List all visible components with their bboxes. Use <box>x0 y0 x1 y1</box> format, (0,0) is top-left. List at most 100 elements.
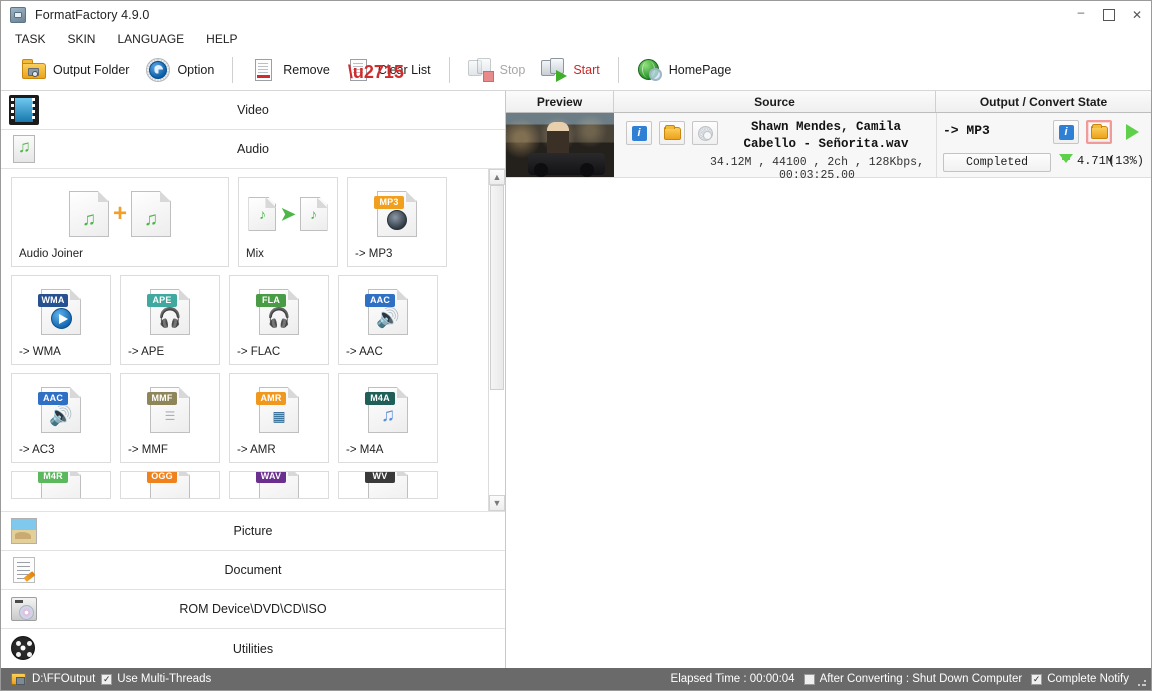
start-button[interactable]: Start <box>533 52 607 88</box>
format-cell-ac3[interactable]: AAC 🔊 -> AC3 <box>11 373 111 463</box>
clear-list-button[interactable]: \u2715 Clear List <box>338 52 439 88</box>
format-grid-wrapper: ♫ + ♫ Audio Joiner ♪ <box>1 169 505 512</box>
format-cell-label: Audio Joiner <box>19 248 83 260</box>
format-cell-aac[interactable]: AAC 🔊 -> AAC <box>338 275 438 365</box>
output-play-button[interactable] <box>1119 120 1145 144</box>
start-label: Start <box>573 63 599 77</box>
format-cell-flac[interactable]: FLA 🎧 -> FLAC <box>229 275 329 365</box>
format-cell-wma[interactable]: WMA -> WMA <box>11 275 111 365</box>
format-cell-m4r[interactable]: M4R <box>11 471 111 499</box>
source-metadata: 34.12M , 44100 , 2ch , 128Kbps, 00:03:25… <box>704 156 930 182</box>
format-cell-mp3[interactable]: MP3 -> MP3 <box>347 177 447 267</box>
sidebar-item-document[interactable]: Document <box>1 551 505 590</box>
resize-grip[interactable] <box>1137 677 1147 687</box>
format-tag: M4R <box>38 471 68 483</box>
stop-button[interactable]: Stop <box>460 52 534 88</box>
source-info-button[interactable]: i <box>626 121 652 145</box>
scroll-up-button[interactable]: ▲ <box>489 169 505 185</box>
format-grid-scrollbar[interactable]: ▲ ▼ <box>488 169 505 511</box>
source-filename: Shawn Mendes, Camila Cabello - Señorita.… <box>722 119 930 153</box>
file-list-header: Preview Source Output / Convert State <box>506 91 1151 113</box>
title-bar: FormatFactory 4.9.0 <box>1 1 1151 28</box>
format-tag: WV <box>365 471 395 483</box>
preview-thumbnail[interactable] <box>506 113 614 177</box>
source-settings-button[interactable] <box>692 121 718 145</box>
format-cell-label: -> WMA <box>19 346 61 358</box>
format-cell-ogg[interactable]: OGG <box>120 471 220 499</box>
menu-task[interactable]: TASK <box>13 31 47 47</box>
format-cell-wv[interactable]: WV <box>338 471 438 499</box>
table-row[interactable]: i Shawn Mendes, Camila Cabello - Señorit… <box>506 113 1151 178</box>
elapsed-time-label: Elapsed Time : 00:00:04 <box>671 673 795 685</box>
file-list-empty-area[interactable] <box>506 178 1151 668</box>
source-buttons: i <box>626 121 718 145</box>
option-button[interactable]: Option <box>137 52 222 88</box>
multi-threads-checkbox[interactable]: Use Multi-Threads <box>101 673 211 685</box>
menu-help[interactable]: HELP <box>204 31 239 47</box>
scrollbar-thumb[interactable] <box>490 185 504 390</box>
complete-notify-checkbox[interactable]: Complete Notify <box>1031 673 1129 685</box>
sidebar-item-video[interactable]: Video <box>1 91 505 130</box>
menu-skin[interactable]: SKIN <box>65 31 97 47</box>
column-header-output: Output / Convert State <box>936 91 1151 112</box>
sidebar-item-picture[interactable]: Picture <box>1 512 505 551</box>
sidebar-item-audio[interactable]: Audio <box>1 130 505 169</box>
sidebar-item-label: Utilities <box>1 642 505 656</box>
remove-button[interactable]: Remove <box>243 52 338 88</box>
checkbox-icon[interactable] <box>1031 674 1042 685</box>
m4r-sheet-icon: M4R <box>41 471 81 499</box>
speaker-icon <box>387 210 407 230</box>
homepage-button[interactable]: HomePage <box>629 52 740 88</box>
audio-joiner-art: ♫ + ♫ <box>69 188 171 240</box>
status-right: Elapsed Time : 00:00:04 After Converting… <box>671 673 1129 685</box>
headphones-icon: 🎧 <box>259 305 299 331</box>
close-button[interactable] <box>1123 1 1151 28</box>
sidebar-item-utilities[interactable]: Utilities <box>1 629 505 668</box>
checkbox-icon[interactable] <box>804 674 815 685</box>
scroll-down-button[interactable]: ▼ <box>489 495 505 511</box>
menu-bar: TASK SKIN LANGUAGE HELP <box>1 28 1151 49</box>
format-cell-mmf[interactable]: MMF ☰ -> MMF <box>120 373 220 463</box>
wv-sheet-icon: WV <box>368 471 408 499</box>
sidebar-item-rom-device[interactable]: ROM Device\DVD\CD\ISO <box>1 590 505 629</box>
maximize-button[interactable] <box>1095 1 1123 28</box>
stop-label: Stop <box>500 63 526 77</box>
convert-state-button[interactable]: Completed <box>943 153 1051 172</box>
after-converting-checkbox[interactable]: After Converting : Shut Down Computer <box>804 673 1023 685</box>
minimize-button[interactable] <box>1067 1 1095 28</box>
format-cell-wav[interactable]: WAV <box>229 471 329 499</box>
note-sheet-icon: ♪ <box>300 197 328 231</box>
format-grid: ♫ + ♫ Audio Joiner ♪ <box>1 169 488 511</box>
format-cell-ape[interactable]: APE 🎧 -> APE <box>120 275 220 365</box>
output-info-button[interactable]: i <box>1053 120 1079 144</box>
wav-sheet-icon: WAV <box>259 471 299 499</box>
format-cell-amr[interactable]: AMR ▦ -> AMR <box>229 373 329 463</box>
format-cell-m4a[interactable]: M4A ♫ -> M4A <box>338 373 438 463</box>
play-circle-icon <box>51 308 72 329</box>
note-sheet-icon: ♫ <box>131 191 171 237</box>
window-controls <box>1067 1 1151 28</box>
toolbar-divider-1 <box>232 57 233 83</box>
output-folder-icon[interactable] <box>11 673 26 685</box>
output-path-label[interactable]: D:\FFOutput <box>32 673 95 685</box>
format-cell-mix[interactable]: ♪ ➤ ♪ Mix <box>238 177 338 267</box>
formatfactory-window: FormatFactory 4.9.0 TASK SKIN LANGUAGE H… <box>0 0 1152 691</box>
scrollbar-track[interactable] <box>489 185 505 495</box>
source-open-folder-button[interactable] <box>659 121 685 145</box>
mmf-sheet-icon: MMF ☰ <box>150 387 190 433</box>
m4r-art: M4R <box>41 478 81 498</box>
flac-art: FLA 🎧 <box>259 286 299 338</box>
output-buttons: i <box>1053 120 1145 144</box>
format-cell-label: -> M4A <box>346 444 383 456</box>
output-open-folder-button[interactable] <box>1086 120 1112 144</box>
ape-art: APE 🎧 <box>150 286 190 338</box>
output-folder-button[interactable]: Output Folder <box>13 52 137 88</box>
multi-threads-label: Use Multi-Threads <box>117 673 211 685</box>
format-cell-audio-joiner[interactable]: ♫ + ♫ Audio Joiner <box>11 177 229 267</box>
file-list-panel: Preview Source Output / Convert State i <box>506 91 1151 668</box>
source-cell: i Shawn Mendes, Camila Cabello - Señorit… <box>614 113 936 177</box>
checkbox-icon[interactable] <box>101 674 112 685</box>
menu-language[interactable]: LANGUAGE <box>115 31 186 47</box>
format-tag: OGG <box>147 471 177 483</box>
ac3-art: AAC 🔊 <box>41 384 81 436</box>
